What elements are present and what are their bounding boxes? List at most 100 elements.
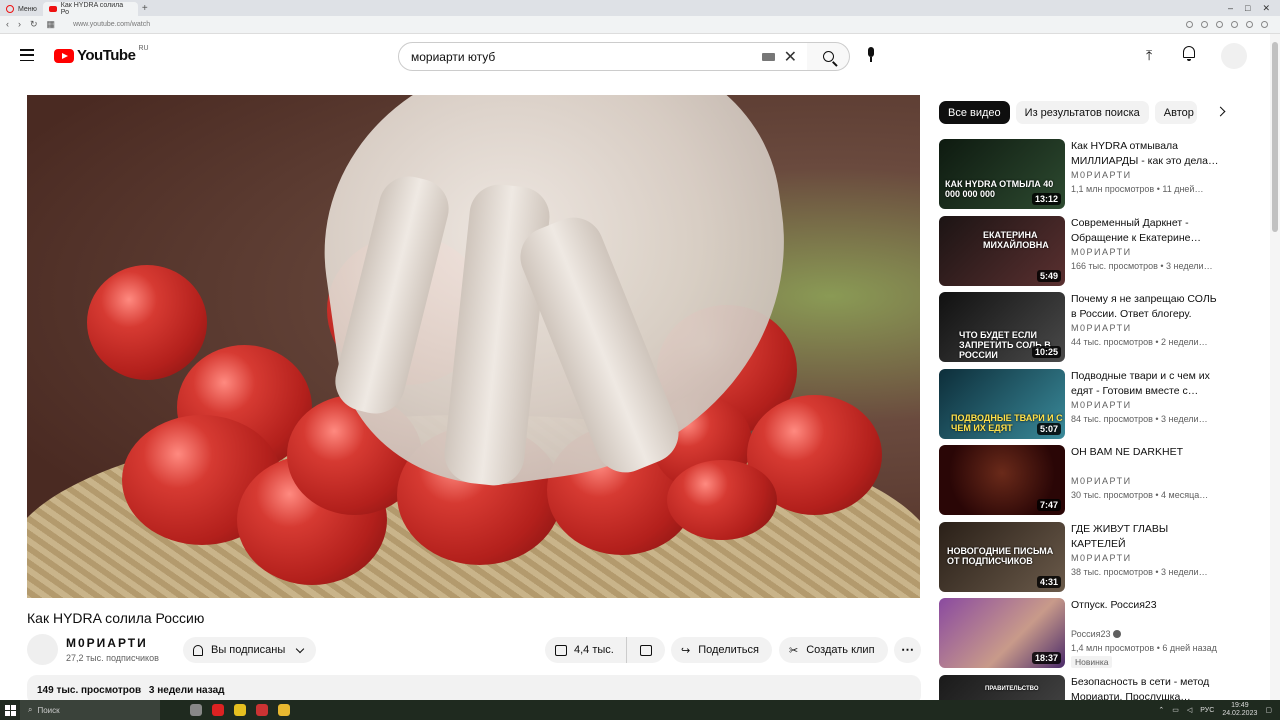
start-button[interactable] bbox=[0, 700, 20, 720]
recommendation-thumbnail[interactable]: 18:37 bbox=[939, 598, 1065, 668]
youtube-logo[interactable]: YouTube RU bbox=[54, 45, 149, 64]
recommendation-channel[interactable]: Россия23 bbox=[1071, 629, 1121, 639]
forward-icon[interactable]: › bbox=[18, 19, 21, 30]
recommendation-meta: 166 тыс. просмотров • 3 недели… bbox=[1071, 261, 1213, 271]
tab-label: Меню bbox=[18, 5, 37, 13]
create-clip-button[interactable]: ✂ Создать клип bbox=[779, 637, 888, 663]
subscribed-label: Вы подписаны bbox=[211, 644, 286, 656]
recommendation-channel[interactable]: М0РИАРТИ bbox=[1071, 400, 1132, 410]
recommendation-title[interactable]: Отпуск. Россия23 bbox=[1071, 598, 1223, 613]
clock[interactable]: 19:49 24.02.2023 bbox=[1222, 702, 1257, 718]
recommendation-title[interactable]: OH BAM NE DARKHET bbox=[1071, 445, 1223, 460]
recommendation-title[interactable]: Почему я не запрещаю СОЛЬ в России. Отве… bbox=[1071, 292, 1223, 322]
grid-icon[interactable]: ▦ bbox=[47, 19, 56, 30]
recommendation-thumbnail[interactable]: КАК HYDRA ОТМЫЛА 40 000 000 000 13:12 bbox=[939, 139, 1065, 209]
recommendation-title[interactable]: Безопасность в сети - метод Мориарти. Пр… bbox=[1071, 675, 1223, 700]
extension-icon[interactable] bbox=[1231, 21, 1238, 28]
upload-age: 3 недели назад bbox=[148, 685, 225, 696]
search-icon bbox=[822, 51, 834, 62]
opera-icon bbox=[6, 5, 14, 13]
tab-menu[interactable]: Меню bbox=[0, 2, 43, 16]
more-actions-button[interactable]: ⋯ bbox=[894, 637, 921, 663]
recommendation-thumbnail[interactable]: НОВОГОДНИЕ ПИСЬМА ОТ ПОДПИСЧИКОВ 4:31 bbox=[939, 522, 1065, 592]
search-button[interactable] bbox=[807, 42, 850, 71]
channel-avatar[interactable] bbox=[27, 634, 58, 665]
notification-center-icon[interactable]: ▢ bbox=[1265, 706, 1272, 714]
clear-search-icon[interactable]: ✕ bbox=[784, 47, 797, 67]
volume-icon[interactable]: ◁ bbox=[1187, 706, 1192, 714]
chevron-right-icon[interactable] bbox=[1215, 106, 1226, 117]
extension-icon[interactable] bbox=[1201, 21, 1208, 28]
back-icon[interactable]: ‹ bbox=[6, 19, 9, 30]
menu-icon[interactable] bbox=[20, 49, 34, 61]
recommendation-title[interactable]: Современный Даркнет - Обращение к Екатер… bbox=[1071, 216, 1223, 246]
notifications-icon[interactable] bbox=[1182, 46, 1196, 62]
recommendation-thumbnail[interactable]: ЧТО БУДЕТ ЕСЛИ ЗАПРЕТИТЬ СОЛЬ В РОССИИ 1… bbox=[939, 292, 1065, 362]
share-label: Поделиться bbox=[698, 644, 759, 656]
recommendation-title[interactable]: Как HYDRA отмывала МИЛЛИАРДЫ - как это д… bbox=[1071, 139, 1223, 169]
upload-icon[interactable]: ⤒ bbox=[1146, 47, 1152, 64]
recommendation-item[interactable]: 18:37 Отпуск. Россия23 Россия23 1,4 млн … bbox=[939, 598, 1229, 670]
minimize-icon[interactable]: – bbox=[1228, 3, 1233, 14]
chip-from-search[interactable]: Из результатов поиска bbox=[1015, 101, 1149, 124]
subscribed-button[interactable]: Вы подписаны bbox=[183, 637, 316, 663]
dislike-button[interactable] bbox=[627, 644, 665, 656]
recommendation-item[interactable]: НОВОГОДНИЕ ПИСЬМА ОТ ПОДПИСЧИКОВ 4:31 ГД… bbox=[939, 522, 1229, 594]
extension-icon[interactable] bbox=[1246, 21, 1253, 28]
tab-youtube-video[interactable]: Как HYDRA солила Ро bbox=[42, 2, 138, 16]
video-duration: 7:47 bbox=[1036, 499, 1061, 511]
recommendation-thumbnail[interactable]: ПОДВОДНЫЕ ТВАРИ И С ЧЕМ ИХ ЕДЯТ 5:07 bbox=[939, 369, 1065, 439]
channel-name[interactable]: М0РИАРТИ bbox=[66, 636, 148, 650]
recommendation-item[interactable]: ПРАВИТЕЛЬСТВО Безопасность в сети - мето… bbox=[939, 675, 1229, 700]
extension-icon[interactable] bbox=[1216, 21, 1223, 28]
reload-icon[interactable]: ↻ bbox=[30, 19, 38, 30]
recommendation-channel[interactable]: М0РИАРТИ bbox=[1071, 476, 1132, 486]
new-tab-button[interactable]: + bbox=[142, 3, 148, 14]
video-duration: 4:31 bbox=[1036, 576, 1061, 588]
task-view-icon[interactable] bbox=[190, 704, 202, 716]
app-icon[interactable] bbox=[234, 704, 246, 716]
recommendation-item[interactable]: 7:47 OH BAM NE DARKHET М0РИАРТИ 30 тыс. … bbox=[939, 445, 1229, 517]
chip-author[interactable]: Автор bbox=[1154, 101, 1197, 124]
recommendation-channel[interactable]: М0РИАРТИ bbox=[1071, 323, 1132, 333]
language-indicator[interactable]: РУС bbox=[1200, 707, 1214, 714]
recommendation-thumbnail[interactable]: ЕКАТЕРИНА МИХАЙЛОВНА 5:49 bbox=[939, 216, 1065, 286]
share-button[interactable]: ↪ Поделиться bbox=[671, 637, 772, 663]
microphone-icon[interactable] bbox=[866, 47, 876, 64]
close-window-icon[interactable]: ✕ bbox=[1262, 3, 1270, 14]
extension-icon[interactable] bbox=[1261, 21, 1268, 28]
recommendation-channel[interactable]: М0РИАРТИ bbox=[1071, 553, 1132, 563]
region-label: RU bbox=[138, 45, 149, 52]
taskbar-search[interactable]: ⌕ Поиск bbox=[20, 700, 160, 720]
search-input[interactable]: мориарти ютуб ✕ bbox=[398, 42, 808, 71]
recommendation-thumbnail[interactable]: ПРАВИТЕЛЬСТВО bbox=[939, 675, 1065, 700]
recommendation-channel[interactable]: М0РИАРТИ bbox=[1071, 170, 1132, 180]
video-title: Как HYDRA солила Россию bbox=[27, 610, 205, 626]
new-badge: Новинка bbox=[1071, 656, 1113, 668]
network-icon[interactable]: ▭ bbox=[1172, 706, 1179, 714]
recommendation-item[interactable]: ЧТО БУДЕТ ЕСЛИ ЗАПРЕТИТЬ СОЛЬ В РОССИИ 1… bbox=[939, 292, 1229, 364]
recommendation-item[interactable]: ЕКАТЕРИНА МИХАЙЛОВНА 5:49 Современный Да… bbox=[939, 216, 1229, 288]
app-icon[interactable] bbox=[256, 704, 268, 716]
recommendation-meta: 38 тыс. просмотров • 3 недели… bbox=[1071, 567, 1208, 577]
like-button[interactable]: 4,4 тыс. bbox=[545, 637, 627, 663]
page-scrollbar[interactable] bbox=[1270, 34, 1280, 700]
recommendation-thumbnail[interactable]: 7:47 bbox=[939, 445, 1065, 515]
recommendation-item[interactable]: КАК HYDRA ОТМЫЛА 40 000 000 000 13:12 Ка… bbox=[939, 139, 1229, 211]
chip-all-videos[interactable]: Все видео bbox=[939, 101, 1010, 124]
recommendation-title[interactable]: Подводные твари и с чем их едят - Готови… bbox=[1071, 369, 1223, 399]
subscriber-count: 27,2 тыс. подписчиков bbox=[66, 653, 159, 663]
scrollbar-thumb[interactable] bbox=[1272, 42, 1278, 232]
account-avatar[interactable] bbox=[1221, 43, 1247, 69]
folder-icon[interactable] bbox=[278, 704, 290, 716]
keyboard-icon[interactable] bbox=[762, 53, 775, 61]
tray-icon[interactable]: ⌃ bbox=[1158, 706, 1164, 714]
recommendation-title[interactable]: ГДЕ ЖИВУТ ГЛАВЫ КАРТЕЛЕЙ bbox=[1071, 522, 1223, 552]
recommendation-item[interactable]: ПОДВОДНЫЕ ТВАРИ И С ЧЕМ ИХ ЕДЯТ 5:07 Под… bbox=[939, 369, 1229, 441]
video-player[interactable] bbox=[27, 95, 920, 598]
opera-icon[interactable] bbox=[212, 704, 224, 716]
maximize-icon[interactable]: □ bbox=[1245, 3, 1250, 14]
recommendation-channel[interactable]: М0РИАРТИ bbox=[1071, 247, 1132, 257]
extension-icon[interactable] bbox=[1186, 21, 1193, 28]
url-field[interactable]: www.youtube.com/watch bbox=[73, 21, 150, 28]
